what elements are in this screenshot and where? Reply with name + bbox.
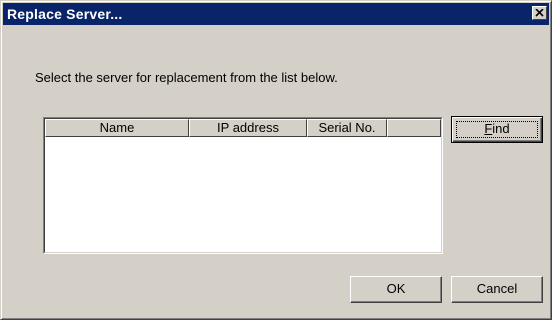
close-icon (535, 9, 544, 17)
find-label-rest: ind (492, 121, 510, 136)
column-header-ip-address[interactable]: IP address (189, 119, 307, 137)
window-title: Replace Server... (7, 6, 123, 22)
close-button[interactable] (532, 6, 547, 20)
find-button-label: Find (452, 118, 542, 140)
find-button[interactable]: Find (451, 116, 543, 143)
cancel-button[interactable]: Cancel (451, 276, 543, 303)
ok-button[interactable]: OK (350, 276, 442, 303)
column-header-name[interactable]: Name (45, 119, 189, 137)
instruction-text: Select the server for replacement from t… (35, 70, 338, 85)
title-bar[interactable]: Replace Server... (3, 3, 549, 25)
column-header-blank[interactable] (387, 119, 441, 137)
replace-server-dialog: Replace Server... Select the server for … (0, 0, 552, 320)
column-header-serial-no[interactable]: Serial No. (307, 119, 387, 137)
server-list[interactable]: Name IP address Serial No. (43, 117, 443, 254)
